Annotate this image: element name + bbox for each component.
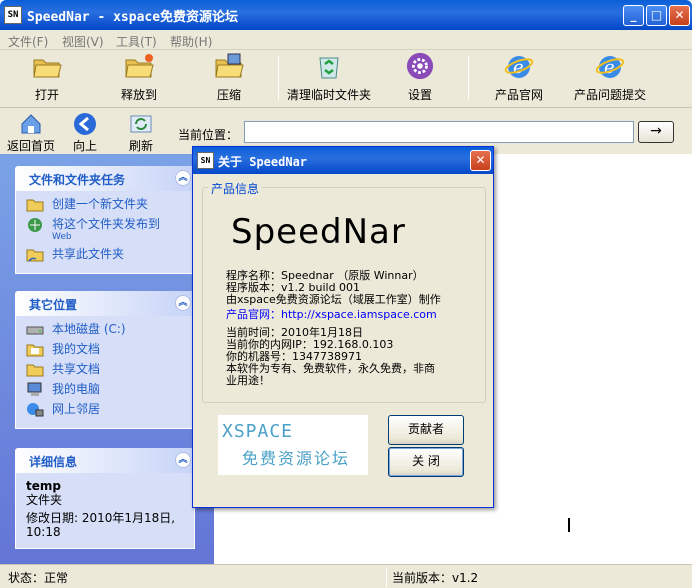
place-network[interactable]: 网上邻居 — [26, 402, 188, 417]
menu-tools[interactable]: 工具(T) — [116, 33, 157, 50]
place-shared-documents[interactable]: 共享文档 — [26, 362, 188, 377]
gear-icon — [406, 52, 434, 80]
compress-icon — [215, 53, 244, 78]
refresh-icon — [130, 115, 152, 133]
up-button[interactable]: 向上 — [68, 112, 102, 154]
folder-icon — [26, 364, 44, 377]
file-tasks-header[interactable]: 文件和文件夹任务 ︽ — [15, 166, 195, 191]
new-folder-link[interactable]: 创建一个新文件夹 — [26, 197, 188, 212]
collapse-icon[interactable]: ︽ — [175, 452, 191, 468]
status-divider — [386, 567, 387, 587]
dialog-title-bar[interactable]: SN 关于 SpeedNar ✕ — [193, 147, 493, 174]
new-folder-icon — [26, 199, 44, 212]
address-label: 当前位置： — [178, 128, 239, 142]
documents-folder-icon — [26, 344, 44, 357]
home-icon — [21, 114, 41, 134]
close-button[interactable]: 关 闭 — [388, 447, 464, 477]
dialog-title: 关于 SpeedNar — [218, 155, 308, 169]
share-folder-link[interactable]: 共享此文件夹 — [26, 247, 188, 262]
toolbar-separator — [468, 56, 469, 100]
version-text: 当前版本：v1.2 — [392, 571, 479, 585]
details-header[interactable]: 详细信息 ︽ — [15, 448, 195, 473]
banner-line-2: 免费资源论坛 — [242, 449, 351, 468]
detail-type: 文件夹 — [26, 493, 63, 507]
about-dialog: SN 关于 SpeedNar ✕ 产品信息 SpeedNar 程序名称：Spee… — [192, 146, 494, 508]
open-button[interactable]: 打开 — [22, 52, 72, 106]
place-my-documents[interactable]: 我的文档 — [26, 342, 188, 357]
info-license-cont: 业用途！ — [226, 374, 270, 387]
back-arrow-icon — [74, 113, 96, 135]
network-icon — [27, 403, 44, 417]
globe-icon — [28, 218, 42, 232]
collapse-icon[interactable]: ︽ — [175, 295, 191, 311]
detail-modified: 修改日期: 2010年1月18日, 10:18 — [26, 511, 176, 539]
xspace-banner: XSPACE 免费资源论坛 — [218, 415, 368, 475]
text-cursor-mark — [568, 518, 570, 532]
go-button[interactable]: → — [638, 121, 674, 143]
other-places-box: 其它位置 ︽ 本地磁盘 (C:) 我的文档 共享文档 我的电脑 网上邻居 — [15, 291, 195, 429]
submit-issue-button[interactable]: e 产品问题提交 — [570, 52, 650, 106]
menu-file[interactable]: 文件(F) — [8, 33, 48, 50]
title-bar[interactable]: SN SpeedNar - xspace免费资源论坛 _ □ ✕ — [0, 0, 692, 30]
status-text: 状态：正常 — [8, 571, 69, 585]
details-box: 详细信息 ︽ temp 文件夹 修改日期: 2010年1月18日, 10:18 — [15, 448, 195, 549]
menu-view[interactable]: 视图(V) — [62, 33, 104, 50]
toolbar-separator — [278, 56, 279, 100]
info-maker: 由xspace免费资源论坛（域展工作室）制作 — [226, 293, 441, 306]
hard-drive-icon — [26, 326, 44, 335]
window-title: SpeedNar - xspace免费资源论坛 — [27, 10, 239, 25]
menu-bar: 文件(F) 视图(V) 工具(T) 帮助(H) — [0, 30, 692, 50]
dialog-close-button[interactable]: ✕ — [470, 150, 491, 171]
contributors-button[interactable]: 贡献者 — [388, 415, 464, 445]
compress-button[interactable]: 压缩 — [206, 52, 252, 106]
extract-folder-icon — [125, 54, 154, 78]
close-window-button[interactable]: ✕ — [669, 5, 690, 26]
toolbar: 打开 释放到 压缩 清理临时文件夹 设置 e 产品官网 e 产品问题提交 — [0, 50, 692, 108]
place-my-computer[interactable]: 我的电脑 — [26, 382, 188, 397]
app-icon: SN — [4, 6, 22, 24]
menu-help[interactable]: 帮助(H) — [170, 33, 212, 50]
ie-browser-icon: e — [504, 56, 534, 78]
info-website-link[interactable]: 产品官网：http://xspace.iamspace.com — [226, 309, 437, 321]
product-info-label: 产品信息 — [208, 180, 263, 197]
file-tasks-box: 文件和文件夹任务 ︽ 创建一个新文件夹 将这个文件夹发布到 Web 共享此文件夹 — [15, 166, 195, 274]
place-local-disk[interactable]: 本地磁盘 (C:) — [26, 322, 188, 337]
task-pane: 文件和文件夹任务 ︽ 创建一个新文件夹 将这个文件夹发布到 Web 共享此文件夹… — [0, 154, 214, 564]
computer-icon — [27, 382, 42, 396]
banner-line-1: XSPACE — [222, 421, 294, 442]
home-button[interactable]: 返回首页 — [4, 112, 58, 154]
settings-button[interactable]: 设置 — [400, 52, 440, 106]
collapse-icon[interactable]: ︽ — [175, 170, 191, 186]
product-site-button[interactable]: e 产品官网 — [490, 52, 548, 106]
publish-web-link[interactable]: 将这个文件夹发布到 Web — [26, 217, 188, 242]
speednar-logo: SpeedNar — [231, 212, 406, 252]
other-places-header[interactable]: 其它位置 ︽ — [15, 291, 195, 316]
status-bar: 状态：正常 当前版本：v1.2 — [0, 564, 692, 588]
app-icon: SN — [197, 152, 214, 169]
detail-name: temp — [26, 479, 61, 493]
clean-temp-button[interactable]: 清理临时文件夹 — [284, 52, 374, 106]
refresh-button[interactable]: 刷新 — [124, 112, 158, 154]
open-folder-icon — [33, 59, 62, 78]
maximize-button[interactable]: □ — [646, 5, 667, 26]
shared-folder-icon — [26, 249, 44, 262]
extract-to-button[interactable]: 释放到 — [112, 52, 166, 106]
recycle-bin-icon — [319, 57, 339, 79]
minimize-button[interactable]: _ — [623, 5, 644, 26]
ie-browser-icon: e — [595, 56, 625, 78]
address-input[interactable] — [244, 121, 634, 143]
